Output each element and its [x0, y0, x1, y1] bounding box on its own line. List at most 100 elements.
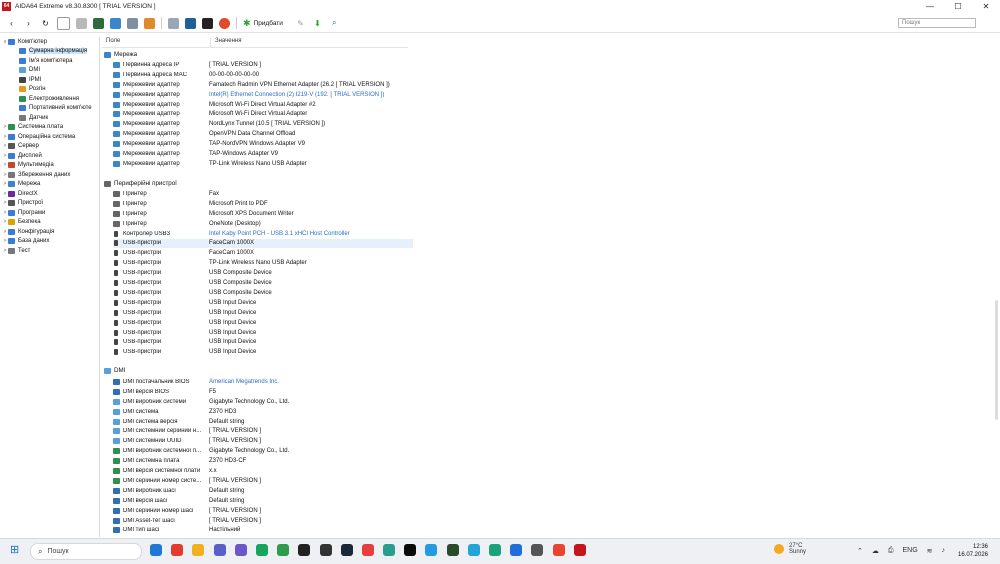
- table-row[interactable]: USB-пристрій USB Input Device: [113, 298, 413, 308]
- taskbar-app-icon[interactable]: [383, 544, 396, 556]
- table-row[interactable]: USB-пристрій USB Input Device: [113, 308, 413, 318]
- table-row[interactable]: USB-пристрій USB Composite Device: [113, 278, 413, 288]
- taskbar-app-icon[interactable]: [531, 544, 544, 556]
- pin-icon[interactable]: ✎: [295, 18, 306, 29]
- taskbar-app-icon[interactable]: [573, 544, 586, 556]
- tree-item[interactable]: Датчик: [0, 113, 99, 123]
- table-row[interactable]: USB-пристрій TP-Link Wireless Nano USB Ad…: [113, 258, 413, 268]
- tree-item[interactable]: Сумарна інформація: [0, 47, 99, 57]
- table-row[interactable]: DMI системна плата Z370 HD3-CF: [113, 456, 413, 466]
- weather-widget[interactable]: 27°C Sunny: [774, 543, 806, 555]
- table-row[interactable]: Мережевий адаптер NordLynx Tunnel (10.5 […: [113, 119, 413, 129]
- tree-item[interactable]: > Мультимедіа: [0, 161, 99, 171]
- table-row[interactable]: DMI система Z370 HD3: [113, 407, 413, 417]
- table-row[interactable]: Мережевий адаптер TP-Link Wireless Nano U…: [113, 159, 413, 169]
- maximize-button[interactable]: ☐: [944, 0, 972, 12]
- taskbar-app-icon[interactable]: [277, 544, 290, 556]
- taskbar-app-icon[interactable]: [552, 544, 565, 556]
- table-row[interactable]: DMI виробник системи Gigabyte Technology …: [113, 397, 413, 407]
- table-row[interactable]: Первинна адреса IP [ TRIAL VERSION ]: [113, 60, 413, 70]
- close-button[interactable]: ✕: [972, 0, 1000, 12]
- value-cell[interactable]: Intel(R) Ethernet Connection (2) I219-V …: [209, 92, 384, 98]
- osd-icon[interactable]: [202, 17, 213, 29]
- tree-item[interactable]: Електроживлення: [0, 94, 99, 104]
- table-row[interactable]: DMI виробник шасі Default string: [113, 486, 413, 496]
- field-column-header[interactable]: Поле: [102, 38, 211, 47]
- table-row[interactable]: DMI серійний номер шасі [ TRIAL VERSION ]: [113, 506, 413, 516]
- clock[interactable]: 12:36 16.07.2026: [958, 543, 988, 559]
- table-row[interactable]: Принтер Microsoft XPS Document Writer: [113, 209, 413, 219]
- back-icon[interactable]: ‹: [6, 18, 17, 29]
- taskbar-app-icon[interactable]: [340, 544, 353, 556]
- table-row[interactable]: DMI системний серійний н... [ TRIAL VERSI…: [113, 427, 413, 437]
- home-icon[interactable]: [168, 17, 179, 29]
- taskbar-app-icon[interactable]: [319, 544, 332, 556]
- windows-start-icon[interactable]: ⊞: [10, 545, 21, 556]
- tree-item[interactable]: > Тест: [0, 246, 99, 256]
- taskbar-app-icon[interactable]: [489, 544, 501, 556]
- search-input[interactable]: Пошук: [898, 18, 976, 28]
- table-row[interactable]: Мережевий адаптер TAP-Windows Adapter V9: [113, 149, 413, 159]
- vertical-scrollbar[interactable]: [995, 300, 998, 420]
- table-row[interactable]: USB-пристрій USB Composite Device: [113, 268, 413, 278]
- audit-icon[interactable]: [185, 17, 196, 29]
- tree-item[interactable]: > Збереження даних: [0, 170, 99, 180]
- update-icon[interactable]: ⬇: [312, 18, 323, 29]
- table-row[interactable]: DMI тип шасі Настільний: [113, 526, 413, 536]
- chevron-up-icon[interactable]: ⌃: [857, 547, 863, 555]
- table-row[interactable]: Принтер OneNote (Desktop): [113, 219, 413, 229]
- onedrive-icon[interactable]: ☁: [872, 547, 879, 555]
- table-row[interactable]: USB-пристрій USB Composite Device: [113, 288, 413, 298]
- table-row[interactable]: Принтер Microsoft Print to PDF: [113, 199, 413, 209]
- taskbar-app-icon[interactable]: [404, 544, 417, 556]
- audio-icon[interactable]: [127, 17, 138, 29]
- taskbar-app-icon[interactable]: [361, 544, 374, 556]
- tree-item[interactable]: > Мережа: [0, 180, 99, 190]
- value-cell[interactable]: American Megatrends Inc.: [209, 379, 279, 385]
- value-column-header[interactable]: Значення: [211, 38, 241, 47]
- network-icon[interactable]: [76, 17, 87, 29]
- tree-item[interactable]: > Сервер: [0, 142, 99, 152]
- wifi-icon[interactable]: ≋: [927, 547, 933, 555]
- tree-item[interactable]: > Програми: [0, 208, 99, 218]
- table-row[interactable]: Мережевий адаптер TAP-NordVPN Windows Ada…: [113, 139, 413, 149]
- volume-icon[interactable]: ♪: [942, 547, 946, 555]
- table-row[interactable]: DMI серійний номер систе... [ TRIAL VERSI…: [113, 476, 413, 486]
- table-row[interactable]: USB-пристрій FaceCam 1000X: [113, 238, 413, 249]
- report-icon[interactable]: [57, 16, 70, 30]
- printer-icon[interactable]: ⎙: [888, 547, 894, 555]
- tree-item[interactable]: Ім'я комп'ютера: [0, 56, 99, 66]
- table-row[interactable]: USB-пристрій FaceCam 1000X: [113, 248, 413, 258]
- tree-item[interactable]: > Пристрої: [0, 199, 99, 209]
- forward-icon[interactable]: ›: [23, 18, 34, 29]
- taskbar-app-icon[interactable]: [298, 544, 311, 556]
- tree-item[interactable]: > Системна плата: [0, 123, 99, 133]
- table-row[interactable]: Мережевий адаптер Microsoft Wi-Fi Direct …: [113, 100, 413, 110]
- tree-item[interactable]: > Безпека: [0, 218, 99, 228]
- taskbar-app-icon[interactable]: [192, 544, 205, 556]
- table-row[interactable]: DMI виробник системної п... Gigabyte Tech…: [113, 446, 413, 456]
- tree-item[interactable]: > DirectX: [0, 189, 99, 199]
- benchmark-icon[interactable]: [219, 17, 230, 29]
- taskbar-app-icon[interactable]: [255, 544, 268, 556]
- minimize-button[interactable]: —: [916, 0, 944, 12]
- taskbar-app-icon[interactable]: [150, 544, 162, 556]
- table-row[interactable]: DMI системний UUID [ TRIAL VERSION ]: [113, 436, 413, 446]
- tree-item[interactable]: > База даних: [0, 237, 99, 247]
- tree-item[interactable]: > Операційна система: [0, 132, 99, 142]
- motherboard-icon[interactable]: [110, 17, 121, 29]
- tree-item[interactable]: v Комп'ютер: [0, 37, 99, 47]
- table-row[interactable]: DMI версія шасі Default string: [113, 496, 413, 506]
- table-row[interactable]: USB-пристрій USB Input Device: [113, 338, 413, 348]
- table-row[interactable]: DMI версія системної плати x.x: [113, 466, 413, 476]
- taskbar-app-icon[interactable]: [467, 544, 480, 556]
- tools-icon[interactable]: [144, 17, 155, 29]
- taskbar-app-icon[interactable]: [234, 544, 247, 556]
- buy-button[interactable]: ✱ Придбати: [243, 18, 283, 29]
- table-row[interactable]: Первинна адреса MAC 00-00-00-00-00-00: [113, 70, 413, 80]
- table-row[interactable]: USB-пристрій USB Input Device: [113, 318, 413, 328]
- taskbar-app-icon[interactable]: [425, 544, 438, 556]
- taskbar-app-icon[interactable]: [510, 544, 523, 556]
- search-icon[interactable]: ⌕: [329, 18, 340, 29]
- table-row[interactable]: DMI система версія Default string: [113, 417, 413, 427]
